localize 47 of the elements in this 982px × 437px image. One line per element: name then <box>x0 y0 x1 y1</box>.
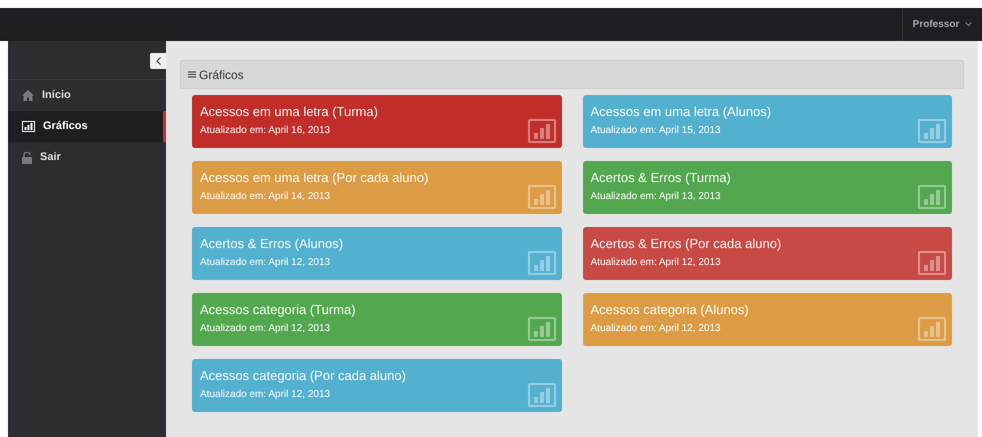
bar-chart-icon <box>528 251 556 275</box>
home-icon <box>22 90 34 101</box>
lock-icon <box>22 152 32 164</box>
sidebar-item[interactable]: Gráficos <box>8 111 166 142</box>
tile-title: Acessos categoria (Turma) <box>200 301 356 319</box>
bar-chart-icon <box>528 185 556 209</box>
menu-icon <box>188 71 196 78</box>
tile-date: Atualizado em: April 14, 2013 <box>200 190 330 204</box>
chart-tile[interactable]: Acessos categoria (Alunos) Atualizado em: April 12, 2013 <box>582 293 952 346</box>
bar-chart-icon <box>918 251 946 275</box>
panel-title: Gráficos <box>199 66 244 84</box>
chart-tile[interactable]: Acessos categoria (Turma) Atualizado em: April 12, 2013 <box>192 293 562 346</box>
bar-chart-icon <box>528 317 556 341</box>
chart-tile[interactable]: Acertos & Erros (Por cada aluno) Atualizado em: April 12, 2013 <box>582 227 952 280</box>
chart-tile[interactable]: Acessos em uma letra (Alunos) Atualizado em: April 15, 2013 <box>582 95 952 148</box>
bar-chart-icon <box>918 185 946 209</box>
chart-tile[interactable]: Acessos em uma letra (Turma) Atualizado em: April 16, 2013 <box>192 95 562 148</box>
tile-date: Atualizado em: April 15, 2013 <box>590 124 721 138</box>
tile-date: Atualizado em: April 12, 2013 <box>200 256 330 270</box>
chevron-down-icon <box>965 22 972 27</box>
bar-chart-icon <box>22 121 35 132</box>
bar-chart-icon <box>918 317 946 341</box>
chart-tile[interactable]: Acessos categoria (Por cada aluno) Atualizado em: April 12, 2013 <box>192 359 562 412</box>
chart-tile[interactable]: Acertos & Erros (Alunos) Atualizado em: April 12, 2013 <box>192 227 562 280</box>
chart-tile[interactable]: Acertos & Erros (Turma) Atualizado em: April 13, 2013 <box>582 161 952 214</box>
tile-title: Acessos em uma letra (Por cada aluno) <box>200 169 428 187</box>
bar-chart-icon <box>528 383 556 407</box>
bar-chart-icon <box>528 119 556 143</box>
bar-chart-icon <box>918 119 946 143</box>
chevron-left-icon <box>156 57 160 65</box>
chart-tile[interactable]: Acessos em uma letra (Por cada aluno) Atualizado em: April 14, 2013 <box>192 161 562 214</box>
tile-date: Atualizado em: April 12, 2013 <box>200 388 330 402</box>
tile-date: Atualizado em: April 13, 2013 <box>590 190 721 204</box>
collapse-button[interactable] <box>150 53 166 69</box>
sidebar-item[interactable]: Sair <box>8 142 166 173</box>
tile-date: Atualizado em: April 12, 2013 <box>590 256 721 270</box>
tile-date: Atualizado em: April 16, 2013 <box>200 124 330 138</box>
tile-title: Acessos em uma letra (Turma) <box>200 103 378 121</box>
tile-title: Acessos em uma letra (Alunos) <box>590 103 772 121</box>
tile-title: Acessos categoria (Por cada aluno) <box>200 367 406 385</box>
tile-title: Acertos & Erros (Turma) <box>590 169 731 187</box>
tile-title: Acertos & Erros (Alunos) <box>200 235 344 253</box>
tile-title: Acessos categoria (Alunos) <box>590 301 749 319</box>
tile-date: Atualizado em: April 12, 2013 <box>590 322 721 336</box>
tile-title: Acertos & Erros (Por cada aluno) <box>590 235 782 253</box>
sidebar-item[interactable]: Início <box>8 80 166 111</box>
tile-date: Atualizado em: April 12, 2013 <box>200 322 330 336</box>
